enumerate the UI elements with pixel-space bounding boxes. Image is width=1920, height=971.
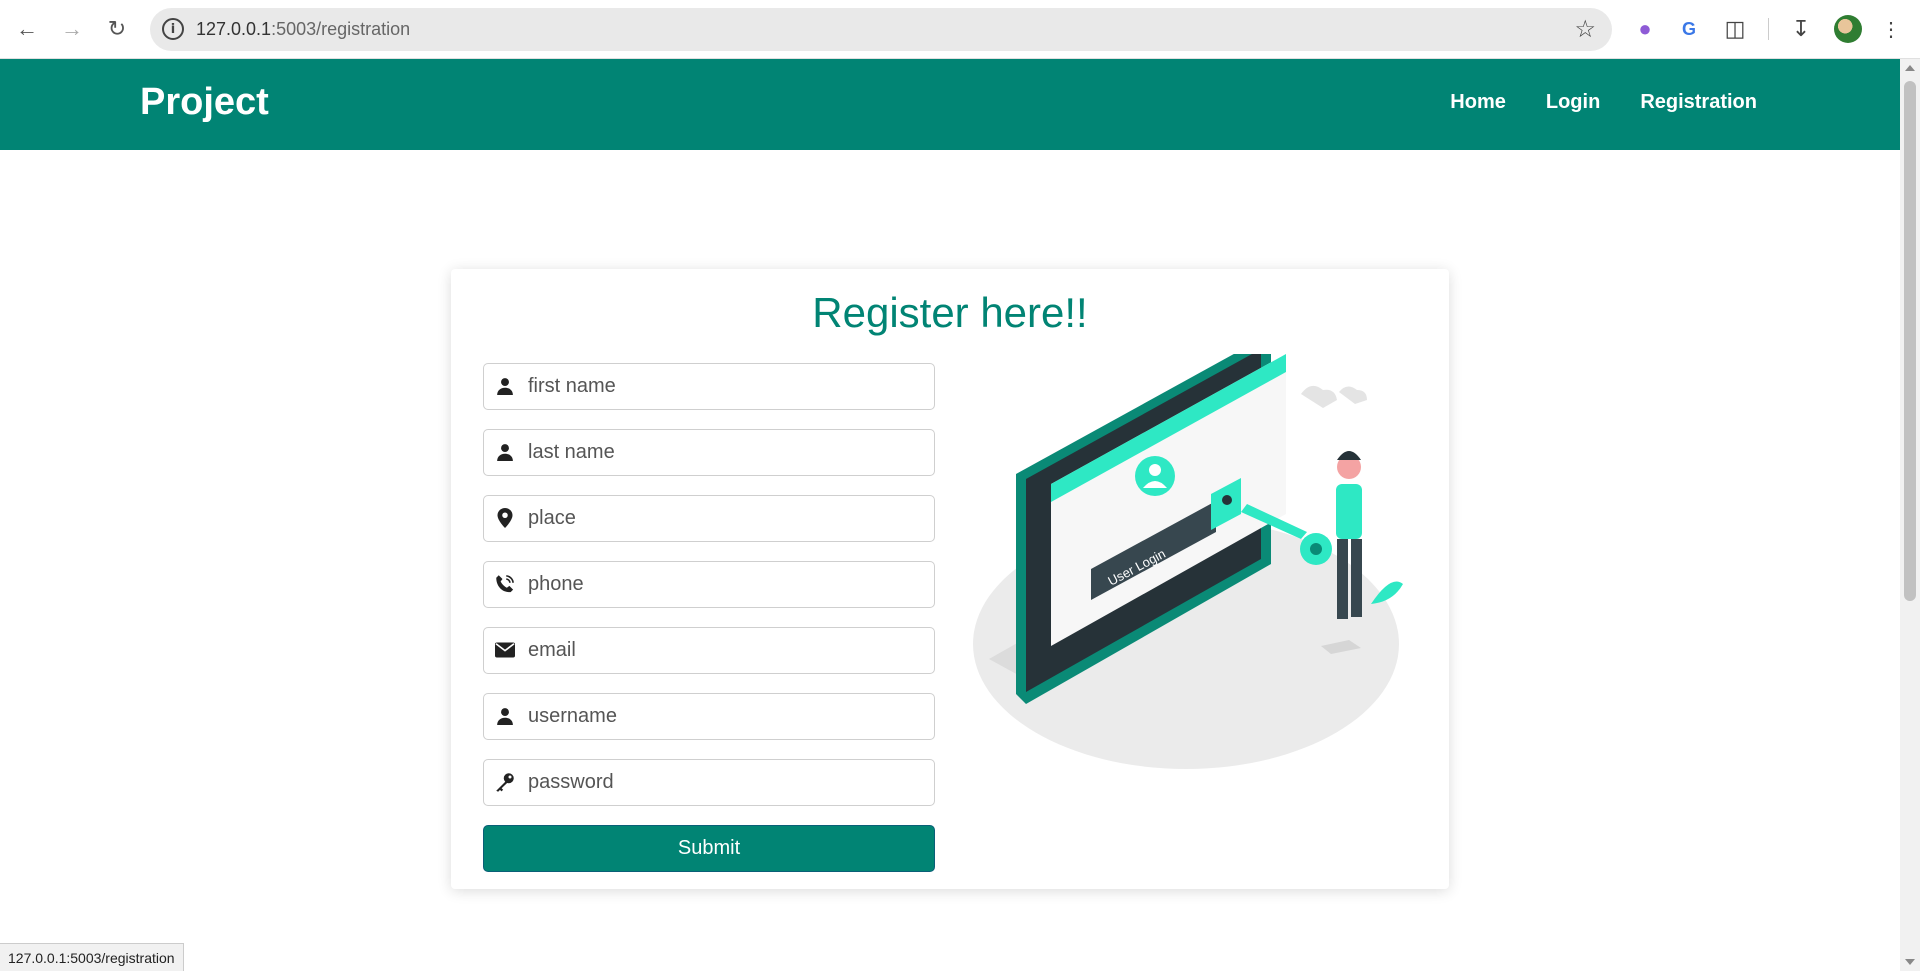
last-name-field[interactable]	[483, 429, 935, 476]
scroll-down-arrow[interactable]	[1905, 959, 1915, 965]
form-title: Register here!!	[812, 289, 1088, 336]
phone-input[interactable]	[528, 562, 928, 607]
password-input[interactable]	[528, 760, 928, 805]
person-shirt	[1336, 484, 1362, 539]
nav-link-registration[interactable]: Registration	[1640, 91, 1757, 114]
nav-menu: Home Login Registration	[1450, 91, 1757, 114]
last-name-input[interactable]	[528, 430, 928, 475]
url-text[interactable]: 127.0.0.1:5003/registration	[196, 19, 410, 40]
first-name-field[interactable]	[483, 363, 935, 410]
phone-field[interactable]	[483, 561, 935, 608]
login-illustration: User Login	[973, 354, 1403, 769]
map-marker-icon	[494, 507, 516, 529]
nav-link-home[interactable]: Home	[1450, 91, 1506, 114]
reload-icon[interactable]: ↻	[100, 12, 134, 46]
extension-icon[interactable]: ●	[1630, 14, 1660, 44]
back-icon[interactable]: ←	[10, 12, 44, 46]
password-field[interactable]	[483, 759, 935, 806]
person-hair	[1337, 451, 1361, 460]
keyhole-icon	[1222, 495, 1232, 505]
envelope-icon	[494, 639, 516, 661]
avatar-head	[1149, 464, 1161, 476]
toolbar-divider	[1768, 18, 1769, 40]
scrollbar[interactable]	[1900, 59, 1920, 971]
profile-avatar[interactable]	[1834, 15, 1862, 43]
forward-icon[interactable]: →	[55, 12, 89, 46]
status-bar: 127.0.0.1:5003/registration	[0, 943, 184, 971]
user-icon	[494, 375, 516, 397]
username-field[interactable]	[483, 693, 935, 740]
username-input[interactable]	[528, 694, 928, 739]
submit-button[interactable]: Submit	[483, 825, 935, 872]
menu-dots-icon[interactable]: ⋮	[1876, 14, 1906, 44]
key-icon	[494, 771, 516, 793]
site-info-icon[interactable]: i	[162, 18, 184, 40]
person-leg-left	[1337, 539, 1348, 619]
key-hole	[1310, 543, 1322, 555]
place-field[interactable]	[483, 495, 935, 542]
scrollbar-thumb[interactable]	[1904, 81, 1916, 601]
translate-icon[interactable]: G	[1674, 14, 1704, 44]
puzzle-icon[interactable]: ◫	[1720, 14, 1750, 44]
place-input[interactable]	[528, 496, 928, 541]
phone-icon	[494, 573, 516, 595]
first-name-input[interactable]	[528, 364, 928, 409]
address-bar[interactable]: i 127.0.0.1:5003/registration ☆	[150, 8, 1612, 51]
cloud-right	[1339, 386, 1367, 404]
email-field[interactable]	[483, 627, 935, 674]
navbar: Project Home Login Registration	[0, 59, 1900, 150]
user-icon	[494, 441, 516, 463]
email-input[interactable]	[528, 628, 928, 673]
person-leg-right	[1351, 539, 1362, 617]
scroll-up-arrow[interactable]	[1905, 65, 1915, 71]
nav-link-login[interactable]: Login	[1546, 91, 1600, 114]
cloud-left	[1301, 385, 1337, 408]
page: Project Home Login Registration Register…	[0, 59, 1900, 971]
bookmark-star-icon[interactable]: ☆	[1574, 15, 1596, 44]
registration-card: Register here!! first name last name pla…	[451, 269, 1449, 889]
download-icon[interactable]: ↧	[1786, 14, 1816, 44]
user-icon	[494, 705, 516, 727]
browser-toolbar: ← → ↻ i 127.0.0.1:5003/registration ☆ ● …	[0, 0, 1920, 59]
brand-logo[interactable]: Project	[140, 81, 269, 124]
